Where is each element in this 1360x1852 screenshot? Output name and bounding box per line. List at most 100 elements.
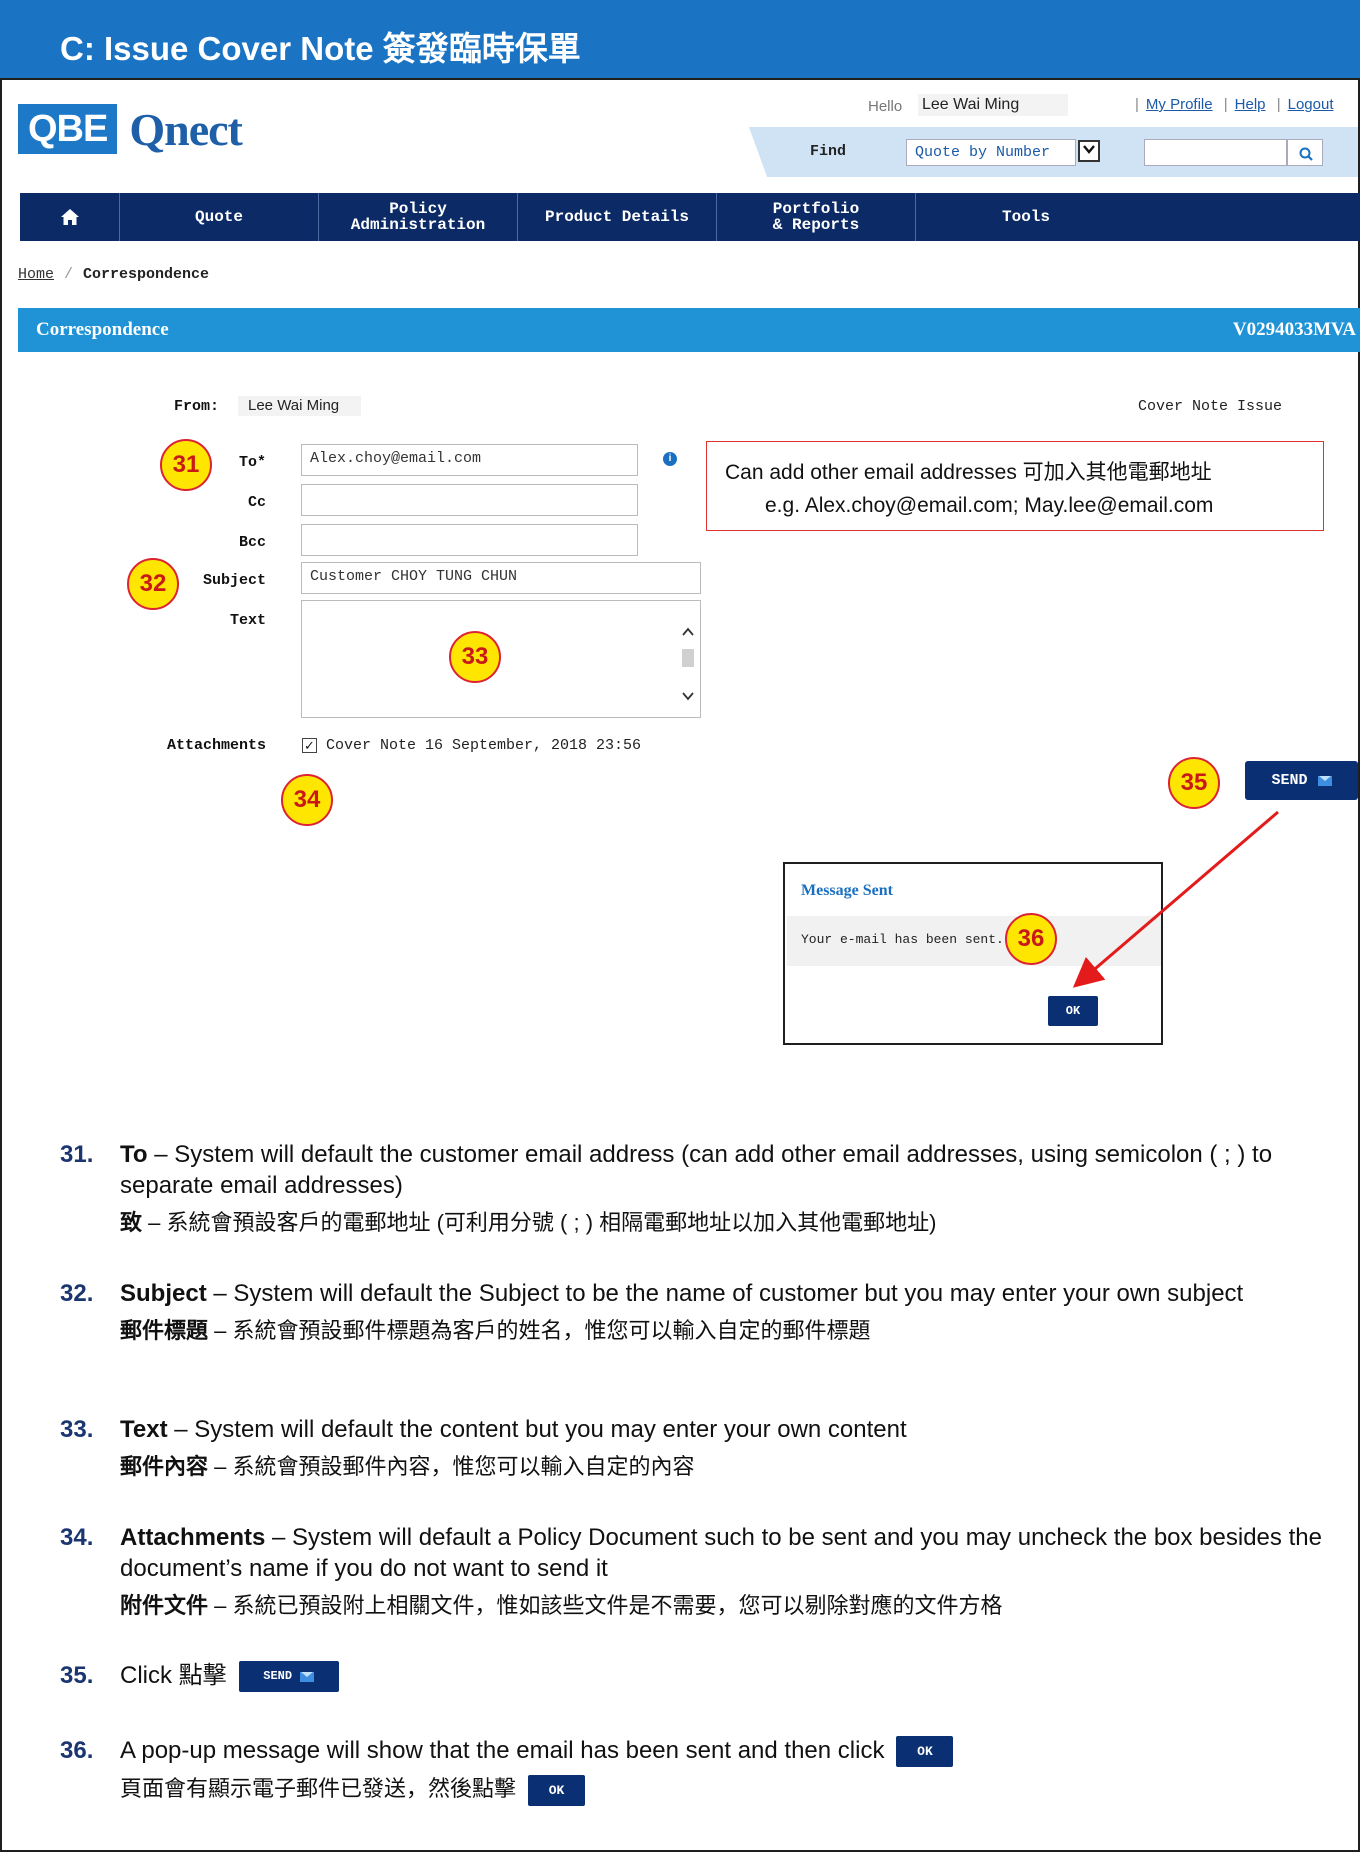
- my-profile-link[interactable]: My Profile: [1146, 96, 1213, 113]
- instruction-text-zh: – 系統會預設客戶的電郵地址 (可利用分號 ( ; ) 相隔電郵地址以加入其他電…: [142, 1210, 937, 1235]
- info-icon[interactable]: i: [663, 452, 677, 466]
- instruction-text: – System will default the Subject to be …: [206, 1280, 1244, 1307]
- search-button[interactable]: [1287, 139, 1323, 166]
- instruction-term: Subject: [120, 1280, 207, 1307]
- attachment-name: Cover Note 16 September, 2018 23:56: [326, 737, 642, 754]
- banner: C: Issue Cover Note 簽發臨時保單: [0, 0, 1360, 80]
- instruction-term-zh: 郵件標題: [120, 1318, 209, 1343]
- instruction-term-zh: 致: [120, 1210, 143, 1235]
- instruction-number: 36.: [60, 1737, 94, 1764]
- section-title: Correspondence: [36, 319, 169, 340]
- from-label: From:: [174, 398, 220, 415]
- breadcrumb-home[interactable]: Home: [18, 266, 54, 283]
- callout-line-1: Can add other email addresses 可加入其他電郵地址: [725, 461, 1212, 484]
- textarea-scrollbar[interactable]: [680, 607, 696, 713]
- top-links: | My Profile | Help | Logout: [1135, 96, 1334, 113]
- from-value: Lee Wai Ming: [238, 396, 362, 416]
- send-button-label: SEND: [1271, 772, 1308, 789]
- instruction-35: 35. Click 點擊 SEND: [60, 1660, 1340, 1693]
- subject-field[interactable]: Customer CHOY TUNG CHUN: [301, 562, 701, 594]
- ok-button[interactable]: OK: [1048, 996, 1098, 1026]
- banner-title: C: Issue Cover Note 簽發臨時保單: [60, 30, 581, 67]
- to-label: To*: [238, 454, 266, 471]
- instruction-32: 32. Subject – System will default the Su…: [60, 1278, 1340, 1346]
- arrow-icon: [1072, 810, 1279, 988]
- subject-label: Subject: [202, 572, 266, 589]
- cc-field[interactable]: [301, 484, 638, 516]
- to-field[interactable]: Alex.choy@email.com: [301, 444, 638, 476]
- attachment-checkbox[interactable]: ✓: [302, 738, 317, 753]
- find-label: Find: [810, 143, 847, 160]
- instruction-number: 35.: [60, 1662, 94, 1689]
- text-area[interactable]: [301, 600, 701, 718]
- logo-box: QBE: [18, 104, 118, 154]
- dialog-title: Message Sent: [801, 882, 893, 899]
- instruction-text: – System will default the customer email…: [120, 1141, 1273, 1199]
- instruction-number: 33.: [60, 1416, 94, 1443]
- user-name: Lee Wai Ming: [918, 94, 1068, 116]
- find-type-select[interactable]: Quote by Number: [906, 139, 1076, 166]
- instruction-text: – System will default the content but yo…: [167, 1416, 907, 1443]
- instruction-term-zh: 附件文件: [120, 1593, 209, 1618]
- inline-ok-button: OK: [528, 1774, 586, 1806]
- instruction-33: 33. Text – System will default the conte…: [60, 1414, 1340, 1482]
- dialog-message: Your e-mail has been sent.: [801, 932, 1004, 947]
- step-badge-31: 31: [160, 439, 212, 491]
- instruction-text: Click 點擊: [120, 1662, 227, 1689]
- instruction-text-zh: 頁面會有顯示電子郵件已發送，然後點擊: [120, 1776, 517, 1802]
- bcc-field[interactable]: [301, 524, 638, 556]
- mail-icon: [1317, 775, 1332, 786]
- find-bar: Find Quote by Number: [768, 127, 1358, 177]
- section-header: Correspondence V0294033MVA: [18, 308, 1360, 352]
- bcc-label: Bcc: [238, 534, 266, 551]
- breadcrumb-current: Correspondence: [83, 266, 210, 283]
- breadcrumb: Home / Correspondence: [18, 266, 210, 283]
- instruction-text-zh: – 系統會預設郵件內容，惟您可以輸入自定的內容: [208, 1454, 695, 1479]
- instruction-text: A pop-up message will show that the emai…: [120, 1737, 885, 1764]
- instruction-34: 34. Attachments – System will default a …: [60, 1522, 1340, 1621]
- instruction-term: Text: [120, 1416, 168, 1443]
- instruction-31: 31. To – System will default the custome…: [60, 1139, 1340, 1238]
- instruction-36: 36. A pop-up message will show that the …: [60, 1735, 1340, 1806]
- nav-portfolio-reports[interactable]: Portfolio & Reports: [717, 193, 916, 241]
- step-badge-32: 32: [127, 558, 179, 610]
- nav-home[interactable]: [20, 193, 120, 241]
- inline-ok-button: OK: [896, 1736, 954, 1768]
- document-type: Cover Note Issue: [1138, 398, 1283, 415]
- inline-send-label: SEND: [263, 1669, 293, 1684]
- instruction-number: 34.: [60, 1524, 94, 1551]
- instruction-text-zh: – 系統會預設郵件標題為客戶的姓名，惟您可以輸入自定的郵件標題: [208, 1318, 871, 1343]
- nav-tools[interactable]: Tools: [916, 193, 1136, 241]
- callout-line-2: e.g. Alex.choy@email.com; May.lee@email.…: [765, 494, 1214, 517]
- step-badge-33: 33: [449, 631, 501, 683]
- nav-quote[interactable]: Quote: [120, 193, 319, 241]
- instruction-term-zh: 郵件內容: [120, 1454, 209, 1479]
- mail-icon: [300, 1671, 315, 1682]
- hello-label: Hello: [868, 98, 903, 115]
- step-badge-36: 36: [1005, 913, 1057, 965]
- instruction-number: 32.: [60, 1280, 94, 1307]
- instruction-text: – System will default a Policy Document …: [120, 1524, 1322, 1582]
- step-badge-34: 34: [281, 774, 333, 826]
- instruction-term: To: [120, 1141, 148, 1168]
- logo-text: Qnect: [129, 103, 243, 155]
- callout-note: Can add other email addresses 可加入其他電郵地址 …: [706, 441, 1324, 531]
- instruction-text-zh: – 系統已預設附上相關文件，惟如該些文件是不需要，您可以剔除對應的文件方格: [208, 1593, 1003, 1618]
- attachments-label: Attachments: [166, 737, 266, 754]
- logout-link[interactable]: Logout: [1288, 96, 1334, 113]
- nav-policy-administration[interactable]: Policy Administration: [319, 193, 518, 241]
- nav-product-details[interactable]: Product Details: [518, 193, 717, 241]
- main-nav: Quote Policy Administration Product Deta…: [20, 193, 1360, 241]
- instruction-term: Attachments: [120, 1524, 266, 1551]
- chevron-down-icon[interactable]: [1078, 140, 1100, 162]
- qbe-logo[interactable]: QBE Qnect: [18, 103, 243, 155]
- cc-label: Cc: [247, 494, 266, 511]
- search-icon: [1299, 147, 1313, 161]
- help-link[interactable]: Help: [1235, 96, 1266, 113]
- home-icon: [60, 209, 79, 225]
- find-input[interactable]: [1144, 139, 1287, 166]
- send-button[interactable]: SEND: [1245, 761, 1358, 800]
- inline-send-button: SEND: [238, 1661, 339, 1693]
- policy-reference: V0294033MVA: [1232, 319, 1356, 340]
- instruction-number: 31.: [60, 1141, 94, 1168]
